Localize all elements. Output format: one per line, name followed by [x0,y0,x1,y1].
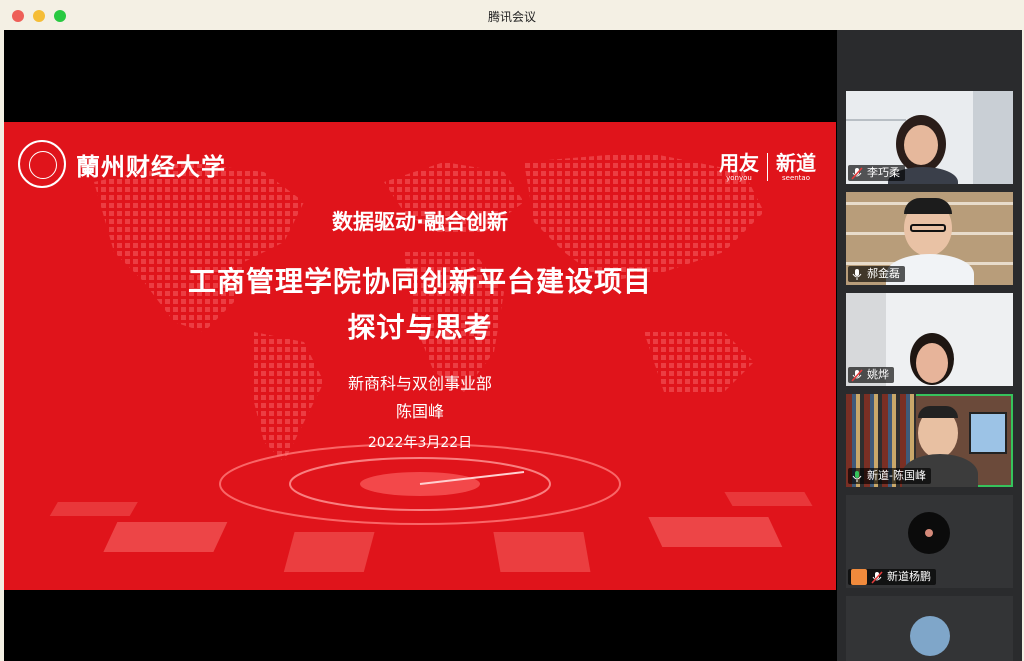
university-seal-icon [18,140,66,188]
participant-tile[interactable]: 郝金磊 [846,192,1013,285]
slide-title-line1: 工商管理学院协同创新平台建设项目 [187,265,652,298]
participant-tile[interactable]: 李巧柔 [846,91,1013,184]
participant-name: 郝金磊 [867,267,900,280]
participant-nametag: 新道-陈国峰 [848,468,931,484]
participant-nametag: 新道杨鹏 [848,569,936,585]
participant-sidebar: 李巧柔 郝金磊 姚烨 新道-陈国峰 新道杨鹏 [837,30,1022,661]
slide-department: 新商科与双创事业部 [347,374,492,393]
profile-icon [851,569,867,585]
participant-tile[interactable]: 姚烨 [846,293,1013,386]
university-name: 蘭州财经大学 [76,151,226,181]
participant-tile-active[interactable]: 新道-陈国峰 [846,394,1013,487]
brand-seentao: 新道 [776,151,816,175]
mic-muted-icon [851,368,863,382]
slide-subtitle: 数据驱动·融合创新 [332,210,508,234]
title-bar: 腾讯会议 [0,0,1024,30]
window-title: 腾讯会议 [487,10,536,24]
mic-speaking-icon [852,470,862,482]
participant-tile-partial[interactable] [846,596,1013,661]
mic-muted-icon [871,570,883,584]
brand-divider [767,153,768,181]
brand-yonyou: 用友 [719,151,759,175]
participant-nametag: 郝金磊 [848,266,905,282]
participant-name: 新道-陈国峰 [867,469,926,482]
mic-icon [852,268,862,280]
participant-name: 姚烨 [867,368,889,381]
participant-name: 新道杨鹏 [887,570,931,583]
mic-muted-icon [851,166,863,180]
brand-seentao-en: seentao [781,174,810,182]
participant-tile[interactable]: 新道杨鹏 [846,495,1013,588]
screen-share-area: 蘭州财经大学 用友 yonyou 新道 seentao 数据驱动·融合创新 工商… [4,30,836,661]
participant-nametag: 姚烨 [848,367,894,383]
slide-title-line2: 探讨与思考 [347,311,493,344]
brand-logos: 用友 yonyou 新道 seentao [719,152,816,182]
participant-name: 李巧柔 [867,166,900,179]
slide-author: 陈国峰 [395,402,444,421]
slide-date: 2022年3月22日 [367,435,473,451]
avatar [908,512,950,554]
presentation-slide: 蘭州财经大学 用友 yonyou 新道 seentao 数据驱动·融合创新 工商… [4,122,836,590]
meeting-window: 蘭州财经大学 用友 yonyou 新道 seentao 数据驱动·融合创新 工商… [4,30,1022,661]
brand-yonyou-en: yonyou [726,174,752,182]
university-logo: 蘭州财经大学 [18,140,226,188]
participant-nametag: 李巧柔 [848,165,905,181]
